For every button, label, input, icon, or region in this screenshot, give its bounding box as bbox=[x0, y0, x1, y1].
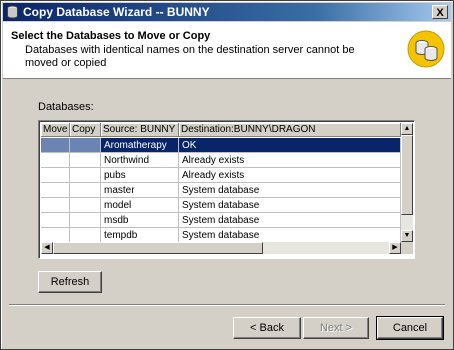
source-cell: Aromatherapy bbox=[101, 138, 179, 153]
back-button[interactable]: < Back bbox=[233, 317, 301, 339]
arrow-left-icon: ◀ bbox=[44, 244, 50, 251]
scroll-down-button[interactable]: ▼ bbox=[401, 230, 413, 242]
vertical-scrollbar[interactable]: ▲ ▼ bbox=[401, 123, 413, 242]
wizard-header: Select the Databases to Move or Copy Dat… bbox=[3, 22, 451, 79]
horizontal-scrollbar[interactable]: ◀ ▶ bbox=[41, 242, 401, 254]
copy-checkbox[interactable] bbox=[70, 183, 101, 198]
source-cell: Northwind bbox=[101, 153, 179, 168]
column-header-destination[interactable]: Destination:BUNNY\DRAGON bbox=[179, 123, 401, 137]
page-description: Databases with identical names on the de… bbox=[25, 44, 355, 69]
vertical-scroll-thumb[interactable] bbox=[401, 135, 413, 215]
column-header-source[interactable]: Source: BUNNY bbox=[101, 123, 179, 137]
destination-cell: System database bbox=[179, 198, 401, 213]
source-cell: tempdb bbox=[101, 228, 179, 243]
scroll-right-button[interactable]: ▶ bbox=[389, 242, 401, 254]
copy-checkbox[interactable] bbox=[70, 198, 101, 213]
column-header-move[interactable]: Move bbox=[41, 123, 70, 137]
table-row[interactable]: pubs Already exists bbox=[41, 168, 401, 183]
copy-checkbox[interactable] bbox=[70, 213, 101, 228]
close-button[interactable]: X bbox=[432, 5, 448, 19]
move-checkbox[interactable] bbox=[41, 198, 70, 213]
page-title: Select the Databases to Move or Copy bbox=[11, 30, 211, 42]
move-checkbox[interactable] bbox=[41, 183, 70, 198]
copy-checkbox[interactable] bbox=[70, 153, 101, 168]
database-icon bbox=[6, 5, 19, 19]
source-cell: master bbox=[101, 183, 179, 198]
copy-checkbox[interactable] bbox=[70, 168, 101, 183]
title-bar[interactable]: Copy Database Wizard -- BUNNY X bbox=[3, 3, 451, 21]
scroll-up-button[interactable]: ▲ bbox=[401, 123, 413, 135]
arrow-up-icon: ▲ bbox=[403, 125, 411, 132]
wizard-window: Copy Database Wizard -- BUNNY X Select t… bbox=[0, 0, 454, 350]
table-row[interactable]: tempdb System database bbox=[41, 228, 401, 243]
move-checkbox[interactable] bbox=[41, 228, 70, 243]
arrow-down-icon: ▼ bbox=[403, 232, 411, 239]
cancel-button[interactable]: Cancel bbox=[376, 316, 444, 340]
destination-cell: System database bbox=[179, 213, 401, 228]
source-cell: model bbox=[101, 198, 179, 213]
databases-grid[interactable]: Move Copy Source: BUNNY Destination:BUNN… bbox=[38, 120, 415, 259]
table-row[interactable]: Northwind Already exists bbox=[41, 153, 401, 168]
destination-cell: OK bbox=[179, 138, 401, 153]
column-header-copy[interactable]: Copy bbox=[70, 123, 101, 137]
next-button[interactable]: Next > bbox=[303, 317, 369, 339]
source-cell: pubs bbox=[101, 168, 179, 183]
table-row[interactable]: master System database bbox=[41, 183, 401, 198]
button-divider bbox=[9, 304, 445, 306]
scroll-left-button[interactable]: ◀ bbox=[41, 242, 53, 254]
destination-cell: Already exists bbox=[179, 168, 401, 183]
arrow-right-icon: ▶ bbox=[392, 244, 398, 251]
scrollbar-corner bbox=[401, 242, 413, 254]
horizontal-scroll-thumb[interactable] bbox=[53, 242, 263, 254]
move-checkbox[interactable] bbox=[41, 153, 70, 168]
table-row[interactable]: model System database bbox=[41, 198, 401, 213]
table-row[interactable]: Aromatherapy OK bbox=[41, 138, 401, 153]
destination-cell: System database bbox=[179, 183, 401, 198]
window-title: Copy Database Wizard -- BUNNY bbox=[23, 5, 210, 19]
table-row[interactable]: msdb System database bbox=[41, 213, 401, 228]
copy-checkbox[interactable] bbox=[70, 138, 101, 153]
close-icon: X bbox=[436, 7, 444, 19]
destination-cell: System database bbox=[179, 228, 401, 243]
databases-label: Databases: bbox=[38, 101, 94, 113]
move-checkbox[interactable] bbox=[41, 138, 70, 153]
move-checkbox[interactable] bbox=[41, 168, 70, 183]
move-checkbox[interactable] bbox=[41, 213, 70, 228]
copy-checkbox[interactable] bbox=[70, 228, 101, 243]
source-cell: msdb bbox=[101, 213, 179, 228]
database-wizard-icon bbox=[407, 30, 445, 68]
refresh-button[interactable]: Refresh bbox=[38, 271, 102, 293]
destination-cell: Already exists bbox=[179, 153, 401, 168]
grid-header: Move Copy Source: BUNNY Destination:BUNN… bbox=[41, 123, 401, 137]
